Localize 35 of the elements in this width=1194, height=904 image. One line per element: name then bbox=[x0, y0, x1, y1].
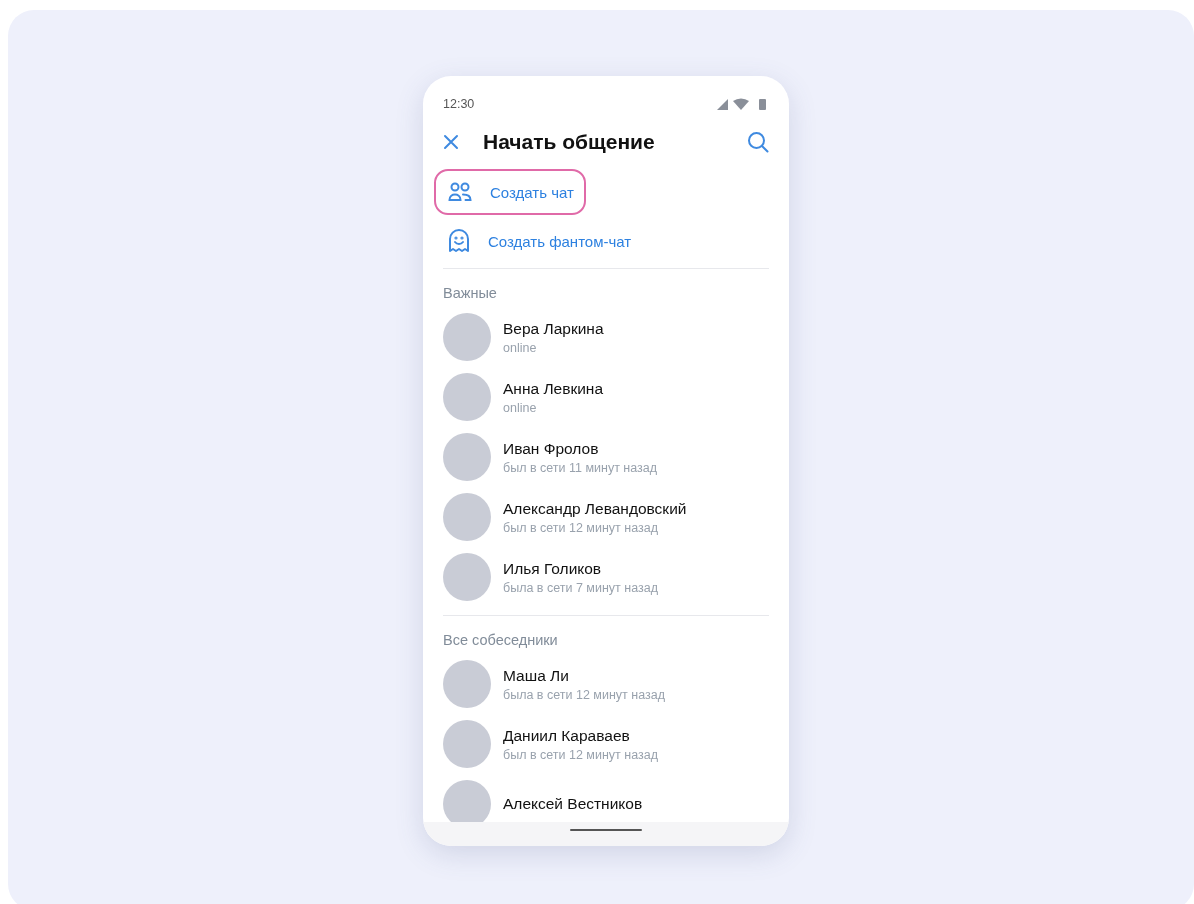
screen-title: Начать общение bbox=[483, 130, 656, 154]
contact-status: был в сети 12 минут назад bbox=[503, 520, 659, 535]
avatar-placeholder bbox=[443, 660, 491, 708]
section-header: Важные bbox=[443, 284, 498, 303]
people-icon bbox=[448, 182, 472, 202]
avatar-placeholder bbox=[443, 720, 491, 768]
contact-status: online bbox=[503, 340, 538, 355]
status-time: 12:30 bbox=[443, 97, 475, 111]
contact-status: online bbox=[503, 400, 538, 415]
contact-name[interactable]: Маша Ли bbox=[503, 666, 665, 685]
home-handle[interactable] bbox=[570, 829, 642, 831]
contact-name[interactable]: Иван Фролов bbox=[503, 439, 658, 458]
contact-status: был в сети 12 минут назад bbox=[503, 747, 658, 762]
avatar-placeholder bbox=[443, 493, 491, 541]
contact-name[interactable]: Анна Левкина bbox=[503, 379, 604, 398]
status-icons bbox=[717, 98, 767, 110]
contact-name[interactable]: Александр Левандовский bbox=[503, 499, 687, 518]
contact-name[interactable]: Илья Голиков bbox=[503, 559, 658, 578]
ghost-icon bbox=[448, 229, 470, 253]
avatar-placeholder bbox=[443, 373, 491, 421]
contact-name[interactable]: Даниил Караваев bbox=[503, 726, 658, 745]
avatar-placeholder bbox=[443, 553, 491, 601]
create-chat-action[interactable]: Создать чат bbox=[434, 169, 586, 215]
avatar-placeholder bbox=[443, 433, 491, 481]
contact-name[interactable]: Вера Ларкина bbox=[503, 319, 604, 338]
search-icon[interactable] bbox=[747, 131, 769, 153]
create-chat-action[interactable]: Создать фантом-чат bbox=[434, 218, 644, 264]
avatar-placeholder bbox=[443, 780, 491, 822]
contact-status: был в сети 11 минут назад bbox=[503, 460, 658, 475]
contact-name[interactable]: Алексей Вестников bbox=[503, 795, 643, 813]
section-header: Все собеседники bbox=[443, 631, 559, 650]
avatar-placeholder bbox=[443, 313, 491, 361]
contact-status: была в сети 12 минут назад bbox=[503, 687, 665, 702]
contact-status: была в сети 7 минут назад bbox=[503, 580, 658, 595]
close-icon[interactable] bbox=[443, 134, 459, 150]
